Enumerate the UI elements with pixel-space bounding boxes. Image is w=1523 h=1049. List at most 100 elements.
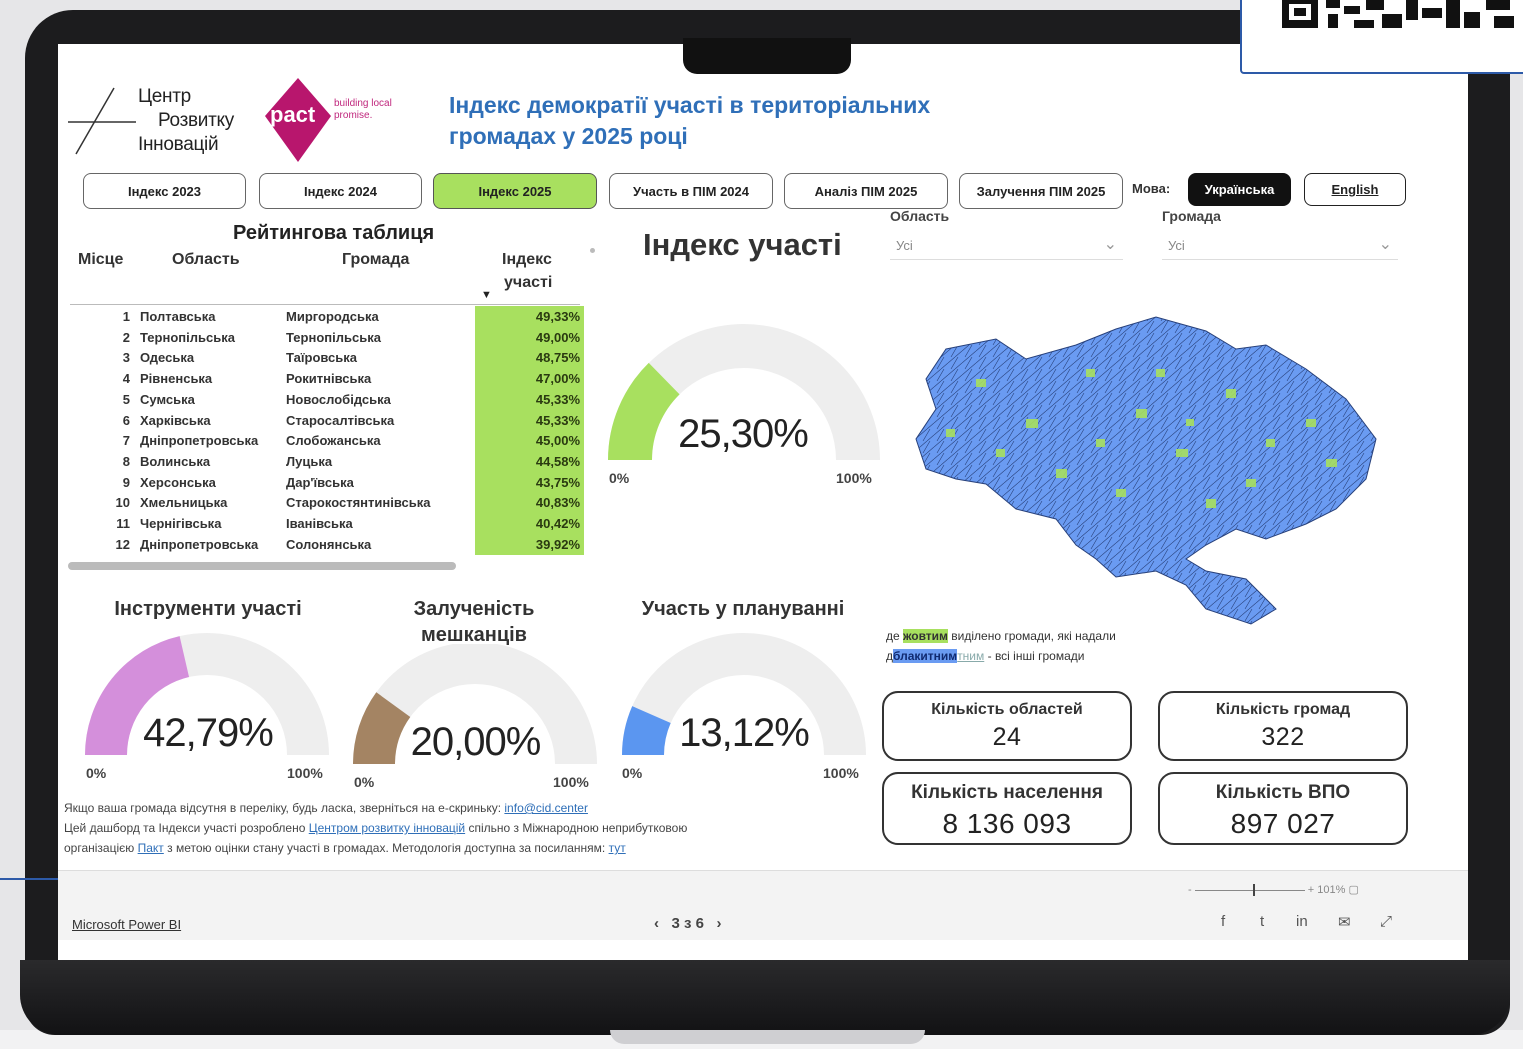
table-row[interactable]: 7 Дніпропетровська Слобожанська 45,00%: [70, 430, 584, 452]
ranking-table-title: Рейтингова таблиця: [233, 222, 435, 244]
planning-gauge-max: 100%: [823, 765, 859, 781]
footer-text-2a: Цей дашборд та Індекси участі розроблено: [64, 821, 306, 835]
powerbi-link[interactable]: Microsoft Power BI: [72, 917, 181, 932]
tab-index-2025[interactable]: Індекс 2025: [433, 173, 597, 209]
map-legend-faded: тним: [957, 649, 985, 663]
language-ukrainian-button[interactable]: Українська: [1188, 173, 1291, 206]
row-index-value: 40,42%: [475, 513, 584, 534]
table-row[interactable]: 10 Хмельницька Старокостянтинівська 40,83%: [70, 492, 584, 514]
row-region: Херсонська: [140, 474, 216, 490]
row-region: Одеська: [140, 350, 195, 366]
table-row[interactable]: 3 Одеська Таїровська 48,75%: [70, 347, 584, 369]
sort-desc-icon[interactable]: ▼: [481, 289, 492, 301]
cid-logo-mark-icon: [68, 87, 136, 155]
row-region: Чернігівська: [140, 516, 222, 531]
row-rank: 10: [115, 495, 130, 511]
more-options-icon[interactable]: [590, 248, 595, 253]
map-legend-yellow: жовтим: [903, 629, 948, 643]
zoom-percent: 101%: [1317, 884, 1346, 896]
table-row[interactable]: 9 Херсонська Дар'ївська 43,75%: [70, 471, 584, 493]
footer-line-2: Цей дашборд та Індекси участі розроблено…: [64, 821, 687, 835]
email-share-icon[interactable]: ✉: [1338, 913, 1351, 931]
row-region: Дніпропетровська: [140, 536, 259, 552]
row-index-value: 49,33%: [475, 306, 584, 327]
facebook-icon[interactable]: f: [1221, 913, 1225, 930]
gauge-fill: [622, 706, 672, 756]
row-community: Миргородська: [286, 309, 379, 324]
kpi-communities-value: 322: [1261, 723, 1305, 751]
row-rank: 8: [122, 453, 130, 469]
column-header-index-line2[interactable]: участі: [504, 274, 552, 292]
zoom-slider[interactable]: [1194, 883, 1305, 896]
column-header-region[interactable]: Область: [172, 251, 240, 269]
cid-logo-text-1: Центр: [138, 86, 191, 107]
map-legend-part1: де: [886, 629, 900, 643]
pact-link[interactable]: Пакт: [138, 841, 164, 855]
community-filter-label: Громада: [1162, 208, 1221, 224]
row-rank: 1: [122, 309, 130, 324]
row-region: Харківська: [140, 412, 211, 428]
tab-index-2024[interactable]: Індекс 2024: [259, 173, 422, 209]
linkedin-icon[interactable]: in: [1296, 913, 1308, 930]
powerbi-bottom-bar: - + 101% ▢ Microsoft Power BI ‹ 3 з 6 › …: [58, 870, 1468, 940]
row-community: Слобожанська: [286, 433, 381, 449]
planning-gauge-value: 13,12%: [679, 711, 810, 755]
region-filter-dropdown[interactable]: Усі ⌄: [890, 230, 1123, 260]
row-index-value: 48,75%: [475, 347, 584, 369]
zoom-control[interactable]: - + 101% ▢: [1188, 883, 1359, 896]
column-header-index-line1[interactable]: Індекс: [502, 251, 552, 269]
row-index-value: 39,92%: [475, 533, 584, 555]
table-row[interactable]: 6 Харківська Старосалтівська 45,33%: [70, 409, 584, 431]
next-page-icon[interactable]: ›: [717, 915, 722, 932]
table-row[interactable]: 12 Дніпропетровська Солонянська 39,92%: [70, 533, 584, 555]
kpi-idp-value: 897 027: [1230, 808, 1336, 839]
main-gauge-max: 100%: [836, 470, 872, 486]
engagement-title-line2: мешканців: [421, 624, 527, 646]
methodology-link[interactable]: тут: [609, 841, 626, 855]
row-index-value: 45,33%: [475, 409, 584, 431]
table-row[interactable]: 8 Волинська Луцька 44,58%: [70, 450, 584, 472]
twitter-icon[interactable]: t: [1260, 913, 1264, 930]
tab-engagement-pim-2025[interactable]: Залучення ПІМ 2025: [959, 173, 1123, 209]
zoom-out-icon[interactable]: -: [1188, 884, 1192, 896]
ukraine-communities-map[interactable]: [906, 309, 1386, 629]
map-legend-part4: - всі інші громади: [987, 649, 1085, 663]
page-indicator: 3 з 6: [671, 915, 704, 932]
pact-logo-text: pact: [270, 102, 316, 127]
table-row[interactable]: 4 Рівненська Рокитнівська 47,00%: [70, 368, 584, 390]
email-link[interactable]: info@cid.center: [504, 801, 588, 815]
page-navigator: ‹ 3 з 6 ›: [654, 915, 722, 932]
table-horizontal-scrollbar[interactable]: [68, 562, 456, 570]
laptop-base: [20, 960, 1510, 1035]
row-region: Полтавська: [140, 309, 216, 324]
table-row[interactable]: 1 Полтавська Миргородська 49,33%: [70, 306, 584, 327]
fullscreen-icon[interactable]: ⤢: [1380, 913, 1392, 930]
laptop-hinge: [610, 1030, 925, 1044]
cid-link[interactable]: Центром розвитку інновацій: [309, 821, 465, 835]
table-row[interactable]: 2 Тернопільська Тернопільська 49,00%: [70, 326, 584, 348]
tab-participation-pim-2024[interactable]: Участь в ПІМ 2024: [609, 173, 773, 209]
footer-line-1: Якщо ваша громада відсутня в переліку, б…: [64, 801, 588, 815]
camera-notch: [683, 38, 851, 74]
chevron-down-icon: ⌄: [1103, 236, 1117, 253]
prev-page-icon[interactable]: ‹: [654, 915, 659, 932]
pact-logo-tagline: building local promise.: [334, 98, 392, 121]
fit-page-icon[interactable]: ▢: [1349, 884, 1359, 896]
language-label: Мова:: [1132, 181, 1171, 196]
table-row[interactable]: 5 Сумська Новослобідська 45,33%: [70, 388, 584, 410]
zoom-slider-knob[interactable]: [1252, 883, 1255, 896]
table-header-divider: [70, 304, 580, 305]
column-header-community[interactable]: Громада: [342, 251, 409, 269]
community-filter-dropdown[interactable]: Усі ⌄: [1162, 230, 1398, 260]
row-rank: 2: [122, 329, 130, 345]
column-header-rank[interactable]: Місце: [78, 251, 123, 269]
zoom-in-icon[interactable]: +: [1308, 884, 1314, 896]
kpi-regions-label: Кількість областей: [931, 701, 1083, 718]
row-index-value: 49,00%: [475, 326, 584, 348]
language-english-button[interactable]: English: [1304, 173, 1406, 206]
table-row[interactable]: 11 Чернігівська Іванівська 40,42%: [70, 513, 584, 534]
kpi-idp-card: Кількість ВПО 897 027: [1158, 772, 1408, 845]
tab-analysis-pim-2025[interactable]: Аналіз ПІМ 2025: [784, 173, 948, 209]
tab-index-2023[interactable]: Індекс 2023: [83, 173, 246, 209]
kpi-communities-card: Кількість громад 322: [1158, 691, 1408, 761]
